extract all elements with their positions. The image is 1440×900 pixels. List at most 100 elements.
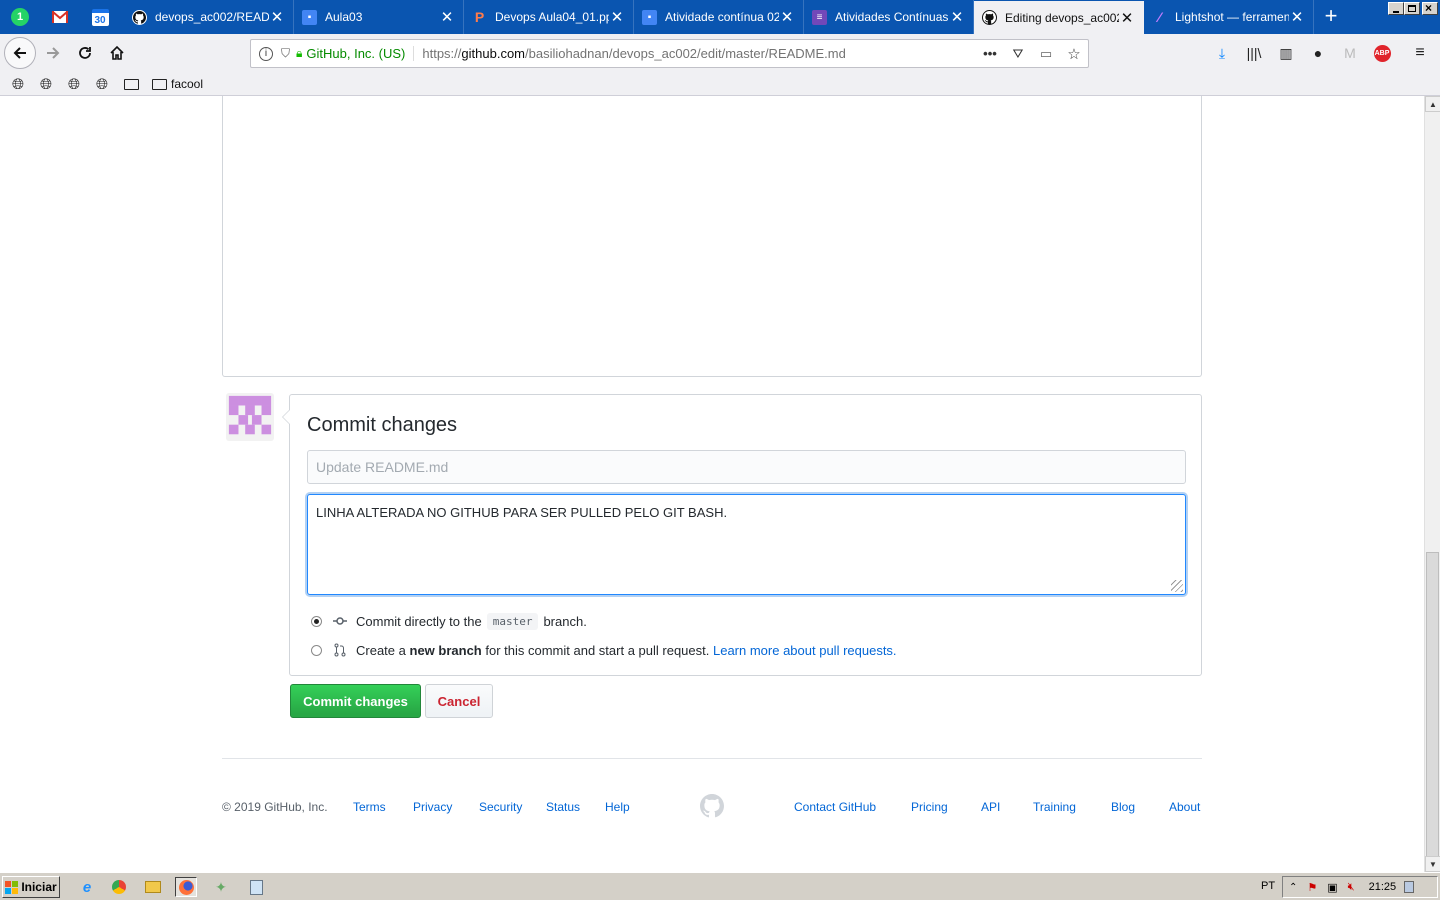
close-icon[interactable]: ✕ xyxy=(609,8,625,26)
bookmark-globe-2[interactable]: 🌐︎ xyxy=(40,75,52,93)
adblock-plus-icon[interactable]: ABP xyxy=(1372,43,1392,63)
close-icon[interactable]: ✕ xyxy=(439,8,455,26)
commit-direct-option[interactable]: Commit directly to the master branch. xyxy=(311,611,587,631)
avatar[interactable] xyxy=(226,393,274,441)
close-icon[interactable]: ✕ xyxy=(779,8,795,26)
quicklaunch-firefox[interactable] xyxy=(175,877,197,897)
tray-expand-icon[interactable]: ⌃ xyxy=(1289,882,1297,893)
pinned-tab-gmail[interactable] xyxy=(40,0,80,34)
internet-explorer-icon: e xyxy=(82,878,92,896)
bookmark-star-icon[interactable]: ☆ xyxy=(1060,45,1088,63)
quicklaunch-ie[interactable]: e xyxy=(76,877,98,897)
bookmarks-toolbar: 🌐︎ 🌐︎ 🌐︎ 🌐︎ facool xyxy=(0,72,1440,96)
network-icon[interactable]: ▣ xyxy=(1327,881,1337,894)
footer-link-terms[interactable]: Terms xyxy=(353,800,386,814)
commit-form: Commit changes Commit directly to the ma… xyxy=(282,394,1202,676)
sidebar-icon[interactable]: ▥ xyxy=(1276,43,1296,63)
network-warning-icon[interactable]: ⚑ xyxy=(1307,881,1317,894)
language-indicator[interactable]: PT xyxy=(1261,880,1275,892)
back-button[interactable] xyxy=(4,37,36,69)
github-mark-icon[interactable] xyxy=(700,794,724,818)
home-button[interactable] xyxy=(102,38,132,68)
git-commit-icon xyxy=(332,616,348,626)
bookmark-globe-1[interactable]: 🌐︎ xyxy=(12,75,24,93)
system-tray: ⌃ ⚑ ▣ 🔇︎ 21:25 xyxy=(1282,876,1438,898)
file-editor-area[interactable] xyxy=(222,96,1202,377)
new-tab-button[interactable]: + xyxy=(1320,5,1342,27)
library-icon[interactable]: |||\ xyxy=(1244,43,1264,63)
tracking-shield-icon[interactable]: ⛉ xyxy=(281,46,290,61)
scroll-up-button[interactable]: ▲ xyxy=(1425,96,1440,112)
cancel-button[interactable]: Cancel xyxy=(425,684,493,718)
address-bar[interactable]: i ⛉ 🔒︎ GitHub, Inc. (US) https://github.… xyxy=(250,39,1089,68)
bookmark-label: facool xyxy=(171,77,204,91)
footer-link-api[interactable]: API xyxy=(981,800,1000,814)
downloads-icon[interactable]: ⤓ xyxy=(1212,43,1232,63)
close-window-button[interactable]: × xyxy=(1422,1,1438,15)
quicklaunch-explorer[interactable] xyxy=(142,877,164,897)
tab-aula03[interactable]: ▪ Aula03 ✕ xyxy=(294,0,464,34)
bookmark-globe-4[interactable]: 🌐︎ xyxy=(96,75,108,93)
extension-m-icon[interactable]: M xyxy=(1340,43,1360,63)
bookmark-folder-unnamed[interactable] xyxy=(124,75,139,93)
tab-devops-readme[interactable]: devops_ac002/README.md ✕ xyxy=(124,0,294,34)
close-icon[interactable]: ✕ xyxy=(949,8,965,26)
tab-atividades-continuas[interactable]: ≡ Atividades Contínuas - ✕ xyxy=(804,0,974,34)
page-actions-icon[interactable]: ••• xyxy=(976,46,1004,61)
quicklaunch-chrome[interactable] xyxy=(108,877,130,897)
tab-lightshot[interactable]: ⁄ Lightshot — ferramenta ✕ xyxy=(1144,0,1314,34)
account-icon[interactable]: ● xyxy=(1308,43,1328,63)
footer-link-blog[interactable]: Blog xyxy=(1111,800,1135,814)
footer-link-training[interactable]: Training xyxy=(1033,800,1076,814)
clock[interactable]: 21:25 xyxy=(1369,881,1397,893)
minimize-window-button[interactable] xyxy=(1388,2,1404,15)
tab-label: Editing devops_ac002/README.md xyxy=(1005,10,1119,25)
show-desktop-icon[interactable] xyxy=(1404,881,1415,893)
resize-handle-icon[interactable] xyxy=(1171,580,1183,592)
learn-more-pull-requests-link[interactable]: Learn more about pull requests. xyxy=(713,643,897,658)
scrollbar-thumb[interactable] xyxy=(1426,552,1439,862)
tab-editing-readme[interactable]: Editing devops_ac002/README.md ✕ xyxy=(974,1,1144,34)
footer-link-security[interactable]: Security xyxy=(479,800,522,814)
close-icon[interactable]: ✕ xyxy=(1119,9,1135,27)
quicklaunch-app[interactable]: ✦ xyxy=(210,877,232,897)
scroll-down-button[interactable]: ▼ xyxy=(1425,856,1440,872)
commit-new-branch-option[interactable]: Create a new branch for this commit and … xyxy=(311,640,897,660)
pocket-icon[interactable]: ⛛ xyxy=(1004,46,1032,62)
footer-link-contact[interactable]: Contact GitHub xyxy=(794,800,876,814)
footer-link-about[interactable]: About xyxy=(1169,800,1200,814)
commit-changes-button[interactable]: Commit changes xyxy=(290,684,421,718)
footer-link-status[interactable]: Status xyxy=(546,800,580,814)
footer-copyright: © 2019 GitHub, Inc. xyxy=(222,800,328,814)
pinned-tab-calendar[interactable]: 30 xyxy=(80,0,120,34)
quicklaunch-notepad[interactable] xyxy=(245,877,267,897)
commit-description-textarea[interactable] xyxy=(307,494,1186,595)
footer-link-help[interactable]: Help xyxy=(605,800,630,814)
tab-label: Lightshot — ferramenta xyxy=(1175,10,1289,24)
tab-devops-aula04[interactable]: P Devops Aula04_01.pptx ✕ xyxy=(464,0,634,34)
close-icon[interactable]: ✕ xyxy=(1289,8,1305,26)
bookmark-folder-facool[interactable]: facool xyxy=(152,75,203,93)
footer-link-pricing[interactable]: Pricing xyxy=(911,800,948,814)
commit-new-branch-radio[interactable] xyxy=(311,644,322,656)
pinned-tab-whatsapp[interactable]: 1 xyxy=(0,0,40,34)
volume-muted-icon[interactable]: 🔇︎ xyxy=(1348,881,1355,894)
reload-button[interactable] xyxy=(70,38,100,68)
forward-button[interactable] xyxy=(38,38,68,68)
tab-atividade-continua[interactable]: ▪ Atividade contínua 02 ✕ xyxy=(634,0,804,34)
commit-direct-radio[interactable] xyxy=(311,615,322,627)
folder-icon xyxy=(152,78,167,90)
bookmark-globe-3[interactable]: 🌐︎ xyxy=(68,75,80,93)
footer-link-privacy[interactable]: Privacy xyxy=(413,800,452,814)
url-text[interactable]: https://github.com/basiliohadnan/devops_… xyxy=(422,46,976,61)
menu-hamburger-icon[interactable]: ≡ xyxy=(1410,43,1430,63)
commit-summary-input[interactable] xyxy=(307,450,1186,484)
page-scrollbar[interactable]: ▲ ▼ xyxy=(1424,96,1440,872)
branch-name-chip: master xyxy=(486,612,539,630)
reader-view-icon[interactable]: ▭ xyxy=(1032,46,1060,62)
restore-window-button[interactable] xyxy=(1404,2,1420,15)
site-identity[interactable]: GitHub, Inc. (US) xyxy=(306,46,415,61)
close-icon[interactable]: ✕ xyxy=(269,8,285,26)
info-icon[interactable]: i xyxy=(259,46,273,61)
start-button[interactable]: Iniciar xyxy=(2,876,60,898)
